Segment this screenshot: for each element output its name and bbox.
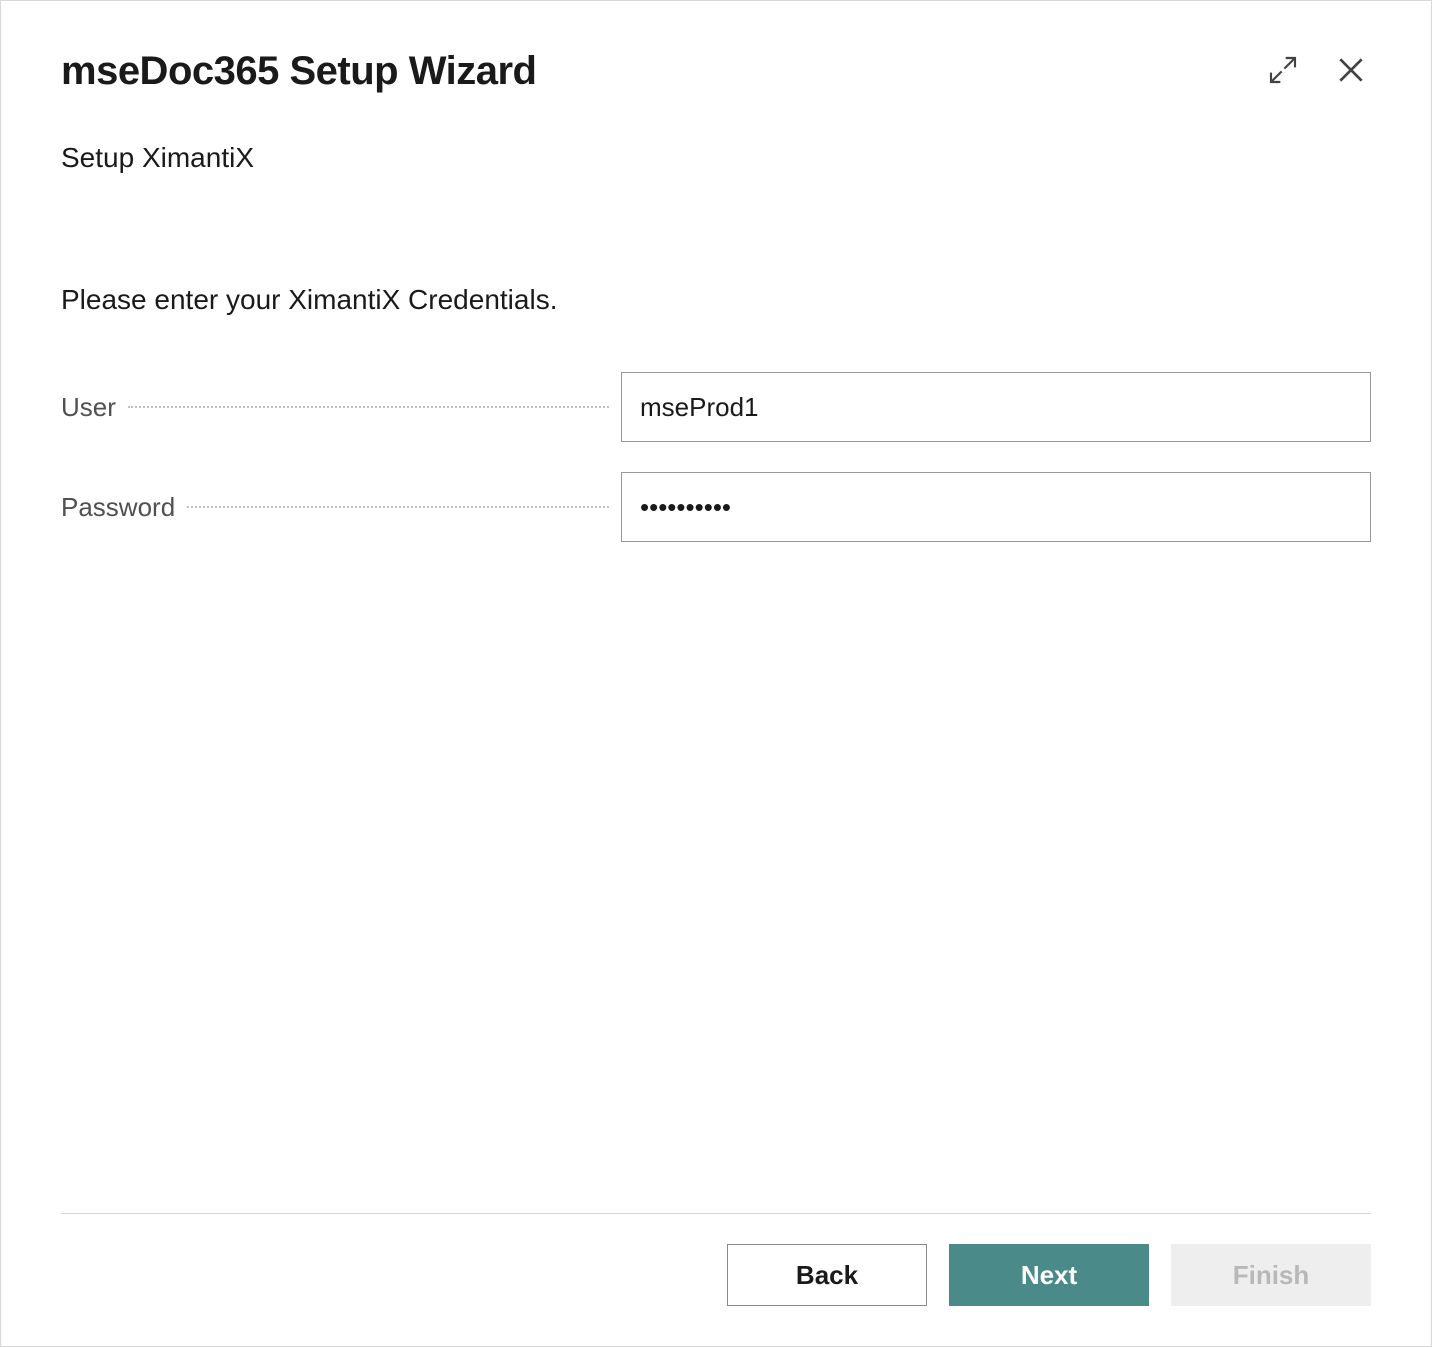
header-actions [1263,50,1371,93]
dialog-header: mseDoc365 Setup Wizard [61,49,1371,94]
next-button[interactable]: Next [949,1244,1149,1306]
dialog-footer: Back Next Finish [61,1213,1371,1306]
user-input[interactable] [621,372,1371,442]
close-button[interactable] [1331,50,1371,93]
user-label: User [61,392,124,423]
password-input[interactable] [621,472,1371,542]
password-label: Password [61,492,183,523]
close-icon [1335,54,1367,89]
expand-button[interactable] [1263,50,1303,93]
dotted-leader [128,406,609,408]
buttons-row: Back Next Finish [61,1244,1371,1306]
dialog-title: mseDoc365 Setup Wizard [61,49,536,94]
expand-icon [1267,54,1299,89]
back-button[interactable]: Back [727,1244,927,1306]
dotted-leader [187,506,609,508]
instruction-text: Please enter your XimantiX Credentials. [61,284,1371,316]
user-row: User [61,372,1371,442]
user-label-wrap: User [61,392,621,423]
wizard-dialog: mseDoc365 Setup Wizard [0,0,1432,1347]
footer-divider [61,1213,1371,1214]
finish-button: Finish [1171,1244,1371,1306]
password-row: Password [61,472,1371,542]
password-label-wrap: Password [61,492,621,523]
dialog-subtitle: Setup XimantiX [61,142,1371,174]
